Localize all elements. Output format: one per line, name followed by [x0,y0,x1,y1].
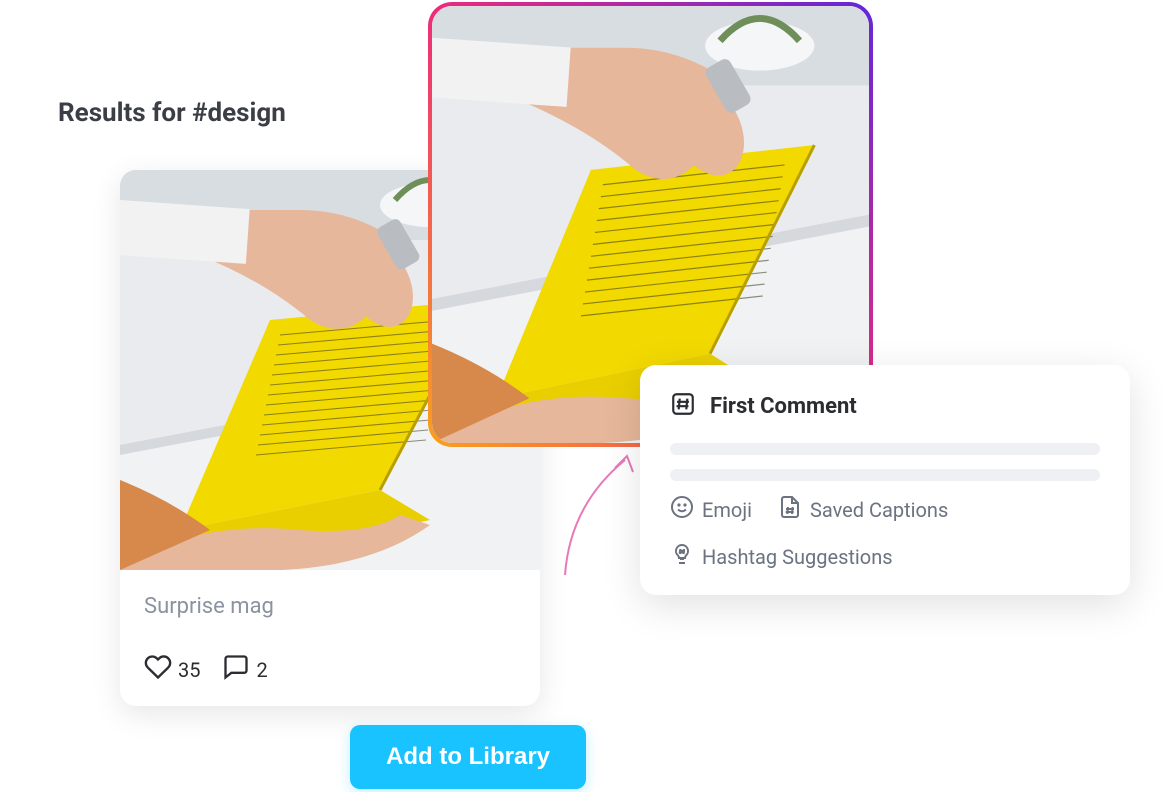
emoji-icon [670,495,694,524]
file-hashtag-icon [778,495,802,524]
post-caption: Surprise mag [144,594,516,619]
comment-icon [222,653,250,686]
post-stats: 35 2 [144,653,516,686]
panel-header: First Comment [670,391,1100,421]
lightbulb-hashtag-icon [670,542,694,571]
hashtag-suggestions-action[interactable]: Hashtag Suggestions [670,542,1100,571]
comment-placeholder-line[interactable] [670,443,1100,455]
saved-captions-action[interactable]: Saved Captions [778,495,948,524]
comments-count: 2 [256,658,267,682]
post-body: Surprise mag 35 2 [120,570,540,706]
comments-stat[interactable]: 2 [222,653,267,686]
results-heading: Results for #design [58,98,286,128]
panel-title: First Comment [710,394,857,419]
heart-icon [144,653,172,686]
panel-actions: Emoji Saved Captions Hashtag Suggestions [670,495,1100,571]
likes-count: 35 [178,658,200,682]
add-to-library-button[interactable]: Add to Library [350,725,586,789]
first-comment-panel: First Comment Emoji Saved Captions Hasht… [640,365,1130,595]
likes-stat[interactable]: 35 [144,653,200,686]
comment-placeholder-line[interactable] [670,469,1100,481]
hashtag-box-icon [670,391,696,421]
connector-arrow-icon [555,450,645,580]
emoji-action[interactable]: Emoji [670,495,752,524]
saved-captions-label: Saved Captions [810,498,948,522]
hashtag-suggestions-label: Hashtag Suggestions [702,545,893,569]
emoji-label: Emoji [702,498,752,522]
